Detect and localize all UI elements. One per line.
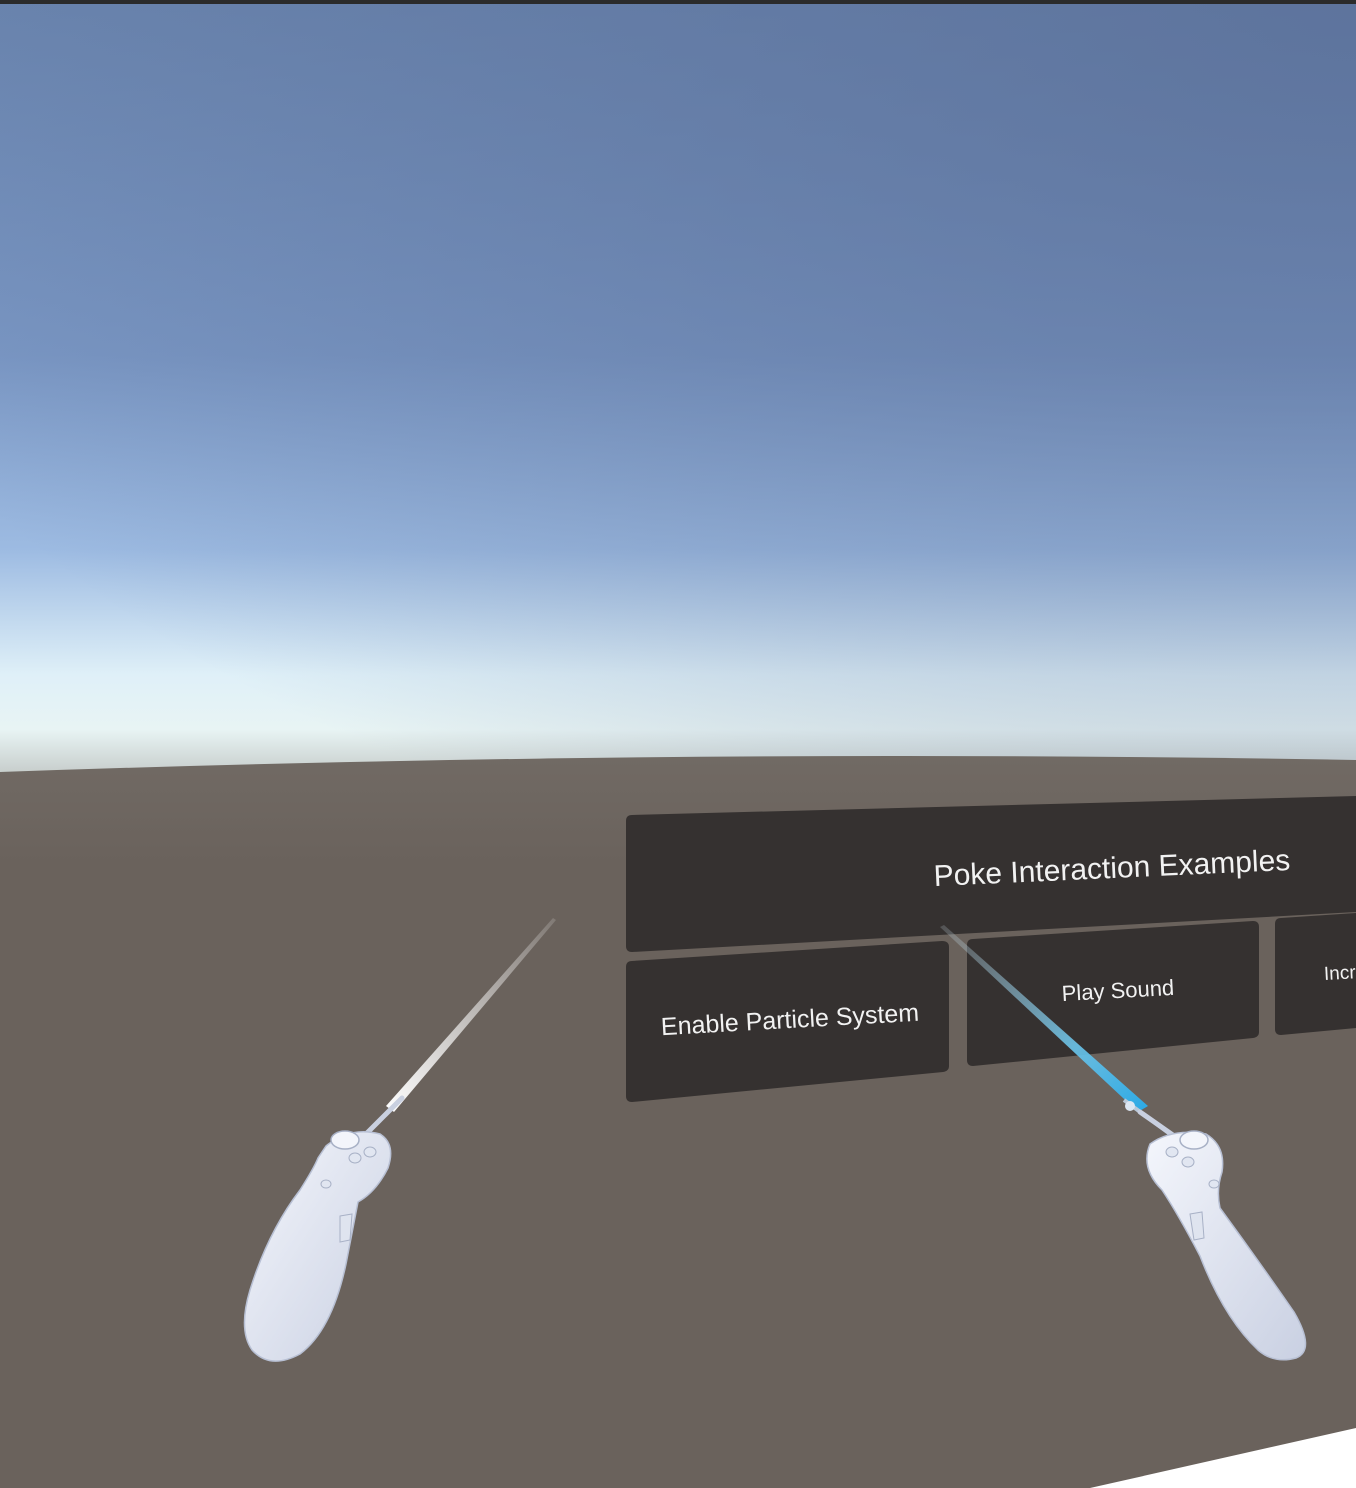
vr-scene-viewport: Poke Interaction Examples Enable Particl… xyxy=(0,0,1356,1488)
increase-label: Incre xyxy=(1323,962,1356,985)
sky-tint xyxy=(0,4,1356,784)
increase-button[interactable]: Incre xyxy=(1275,913,1356,1035)
window-top-edge xyxy=(0,0,1356,4)
